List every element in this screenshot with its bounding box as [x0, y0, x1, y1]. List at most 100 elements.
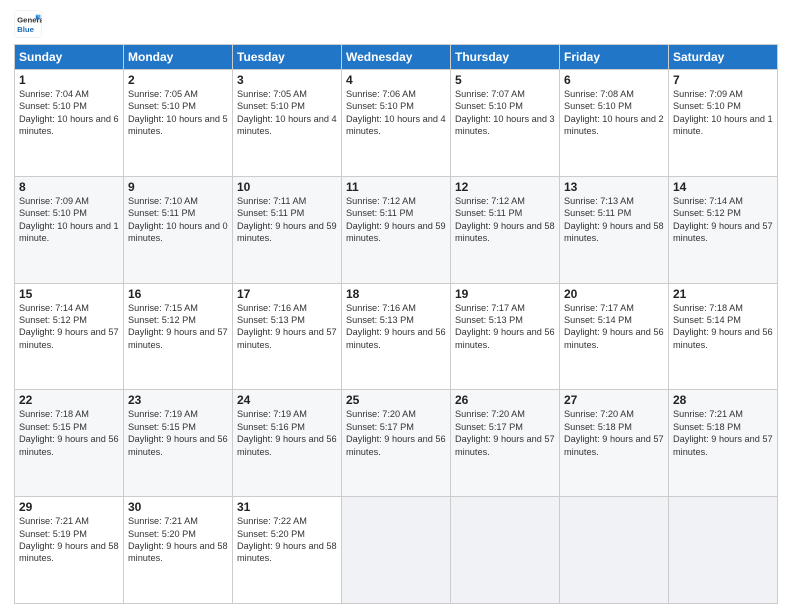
day-number: 22: [19, 393, 119, 407]
cell-info: Sunrise: 7:12 AMSunset: 5:11 PMDaylight:…: [346, 195, 446, 245]
day-number: 10: [237, 180, 337, 194]
calendar-cell: 15Sunrise: 7:14 AMSunset: 5:12 PMDayligh…: [15, 283, 124, 390]
day-number: 9: [128, 180, 228, 194]
day-number: 24: [237, 393, 337, 407]
day-number: 31: [237, 500, 337, 514]
day-number: 28: [673, 393, 773, 407]
calendar-cell: 4Sunrise: 7:06 AMSunset: 5:10 PMDaylight…: [342, 70, 451, 177]
week-row-3: 15Sunrise: 7:14 AMSunset: 5:12 PMDayligh…: [15, 283, 778, 390]
calendar-cell: 20Sunrise: 7:17 AMSunset: 5:14 PMDayligh…: [560, 283, 669, 390]
day-number: 3: [237, 73, 337, 87]
cell-info: Sunrise: 7:07 AMSunset: 5:10 PMDaylight:…: [455, 88, 555, 138]
week-row-5: 29Sunrise: 7:21 AMSunset: 5:19 PMDayligh…: [15, 497, 778, 604]
calendar-cell: 3Sunrise: 7:05 AMSunset: 5:10 PMDaylight…: [233, 70, 342, 177]
calendar-cell: 18Sunrise: 7:16 AMSunset: 5:13 PMDayligh…: [342, 283, 451, 390]
day-number: 14: [673, 180, 773, 194]
cell-info: Sunrise: 7:06 AMSunset: 5:10 PMDaylight:…: [346, 88, 446, 138]
calendar-page: General Blue SundayMondayTuesdayWednesda…: [0, 0, 792, 612]
svg-text:Blue: Blue: [17, 25, 35, 34]
day-number: 15: [19, 287, 119, 301]
day-number: 5: [455, 73, 555, 87]
calendar-cell: [342, 497, 451, 604]
week-row-4: 22Sunrise: 7:18 AMSunset: 5:15 PMDayligh…: [15, 390, 778, 497]
calendar-cell: 11Sunrise: 7:12 AMSunset: 5:11 PMDayligh…: [342, 176, 451, 283]
cell-info: Sunrise: 7:20 AMSunset: 5:17 PMDaylight:…: [455, 408, 555, 458]
day-number: 30: [128, 500, 228, 514]
calendar-cell: 12Sunrise: 7:12 AMSunset: 5:11 PMDayligh…: [451, 176, 560, 283]
cell-info: Sunrise: 7:17 AMSunset: 5:13 PMDaylight:…: [455, 302, 555, 352]
calendar-table: SundayMondayTuesdayWednesdayThursdayFrid…: [14, 44, 778, 604]
cell-info: Sunrise: 7:10 AMSunset: 5:11 PMDaylight:…: [128, 195, 228, 245]
cell-info: Sunrise: 7:13 AMSunset: 5:11 PMDaylight:…: [564, 195, 664, 245]
cell-info: Sunrise: 7:19 AMSunset: 5:15 PMDaylight:…: [128, 408, 228, 458]
cell-info: Sunrise: 7:05 AMSunset: 5:10 PMDaylight:…: [128, 88, 228, 138]
calendar-cell: [451, 497, 560, 604]
cell-info: Sunrise: 7:21 AMSunset: 5:18 PMDaylight:…: [673, 408, 773, 458]
cell-info: Sunrise: 7:18 AMSunset: 5:15 PMDaylight:…: [19, 408, 119, 458]
day-number: 16: [128, 287, 228, 301]
calendar-cell: 19Sunrise: 7:17 AMSunset: 5:13 PMDayligh…: [451, 283, 560, 390]
cell-info: Sunrise: 7:05 AMSunset: 5:10 PMDaylight:…: [237, 88, 337, 138]
calendar-cell: [669, 497, 778, 604]
logo-icon: General Blue: [14, 10, 42, 38]
cell-info: Sunrise: 7:16 AMSunset: 5:13 PMDaylight:…: [237, 302, 337, 352]
cell-info: Sunrise: 7:09 AMSunset: 5:10 PMDaylight:…: [19, 195, 119, 245]
cell-info: Sunrise: 7:19 AMSunset: 5:16 PMDaylight:…: [237, 408, 337, 458]
day-number: 17: [237, 287, 337, 301]
calendar-cell: 6Sunrise: 7:08 AMSunset: 5:10 PMDaylight…: [560, 70, 669, 177]
day-number: 23: [128, 393, 228, 407]
calendar-cell: 31Sunrise: 7:22 AMSunset: 5:20 PMDayligh…: [233, 497, 342, 604]
day-number: 13: [564, 180, 664, 194]
cell-info: Sunrise: 7:12 AMSunset: 5:11 PMDaylight:…: [455, 195, 555, 245]
calendar-cell: 27Sunrise: 7:20 AMSunset: 5:18 PMDayligh…: [560, 390, 669, 497]
calendar-cell: 21Sunrise: 7:18 AMSunset: 5:14 PMDayligh…: [669, 283, 778, 390]
cell-info: Sunrise: 7:14 AMSunset: 5:12 PMDaylight:…: [19, 302, 119, 352]
calendar-cell: 8Sunrise: 7:09 AMSunset: 5:10 PMDaylight…: [15, 176, 124, 283]
weekday-saturday: Saturday: [669, 45, 778, 70]
cell-info: Sunrise: 7:20 AMSunset: 5:17 PMDaylight:…: [346, 408, 446, 458]
day-number: 27: [564, 393, 664, 407]
calendar-cell: 16Sunrise: 7:15 AMSunset: 5:12 PMDayligh…: [124, 283, 233, 390]
day-number: 29: [19, 500, 119, 514]
day-number: 7: [673, 73, 773, 87]
cell-info: Sunrise: 7:15 AMSunset: 5:12 PMDaylight:…: [128, 302, 228, 352]
day-number: 19: [455, 287, 555, 301]
calendar-cell: 30Sunrise: 7:21 AMSunset: 5:20 PMDayligh…: [124, 497, 233, 604]
calendar-cell: 7Sunrise: 7:09 AMSunset: 5:10 PMDaylight…: [669, 70, 778, 177]
cell-info: Sunrise: 7:18 AMSunset: 5:14 PMDaylight:…: [673, 302, 773, 352]
cell-info: Sunrise: 7:04 AMSunset: 5:10 PMDaylight:…: [19, 88, 119, 138]
calendar-cell: 17Sunrise: 7:16 AMSunset: 5:13 PMDayligh…: [233, 283, 342, 390]
day-number: 8: [19, 180, 119, 194]
week-row-2: 8Sunrise: 7:09 AMSunset: 5:10 PMDaylight…: [15, 176, 778, 283]
weekday-tuesday: Tuesday: [233, 45, 342, 70]
calendar-cell: 9Sunrise: 7:10 AMSunset: 5:11 PMDaylight…: [124, 176, 233, 283]
cell-info: Sunrise: 7:08 AMSunset: 5:10 PMDaylight:…: [564, 88, 664, 138]
calendar-cell: 14Sunrise: 7:14 AMSunset: 5:12 PMDayligh…: [669, 176, 778, 283]
weekday-header-row: SundayMondayTuesdayWednesdayThursdayFrid…: [15, 45, 778, 70]
calendar-cell: 25Sunrise: 7:20 AMSunset: 5:17 PMDayligh…: [342, 390, 451, 497]
day-number: 21: [673, 287, 773, 301]
day-number: 4: [346, 73, 446, 87]
calendar-cell: 22Sunrise: 7:18 AMSunset: 5:15 PMDayligh…: [15, 390, 124, 497]
day-number: 2: [128, 73, 228, 87]
calendar-cell: 26Sunrise: 7:20 AMSunset: 5:17 PMDayligh…: [451, 390, 560, 497]
day-number: 18: [346, 287, 446, 301]
cell-info: Sunrise: 7:16 AMSunset: 5:13 PMDaylight:…: [346, 302, 446, 352]
calendar-cell: 2Sunrise: 7:05 AMSunset: 5:10 PMDaylight…: [124, 70, 233, 177]
cell-info: Sunrise: 7:20 AMSunset: 5:18 PMDaylight:…: [564, 408, 664, 458]
calendar-cell: 1Sunrise: 7:04 AMSunset: 5:10 PMDaylight…: [15, 70, 124, 177]
day-number: 1: [19, 73, 119, 87]
calendar-cell: 10Sunrise: 7:11 AMSunset: 5:11 PMDayligh…: [233, 176, 342, 283]
day-number: 11: [346, 180, 446, 194]
weekday-friday: Friday: [560, 45, 669, 70]
calendar-cell: [560, 497, 669, 604]
cell-info: Sunrise: 7:22 AMSunset: 5:20 PMDaylight:…: [237, 515, 337, 565]
logo: General Blue: [14, 10, 42, 38]
calendar-cell: 23Sunrise: 7:19 AMSunset: 5:15 PMDayligh…: [124, 390, 233, 497]
weekday-thursday: Thursday: [451, 45, 560, 70]
weekday-sunday: Sunday: [15, 45, 124, 70]
weekday-wednesday: Wednesday: [342, 45, 451, 70]
calendar-cell: 28Sunrise: 7:21 AMSunset: 5:18 PMDayligh…: [669, 390, 778, 497]
calendar-cell: 5Sunrise: 7:07 AMSunset: 5:10 PMDaylight…: [451, 70, 560, 177]
calendar-cell: 29Sunrise: 7:21 AMSunset: 5:19 PMDayligh…: [15, 497, 124, 604]
